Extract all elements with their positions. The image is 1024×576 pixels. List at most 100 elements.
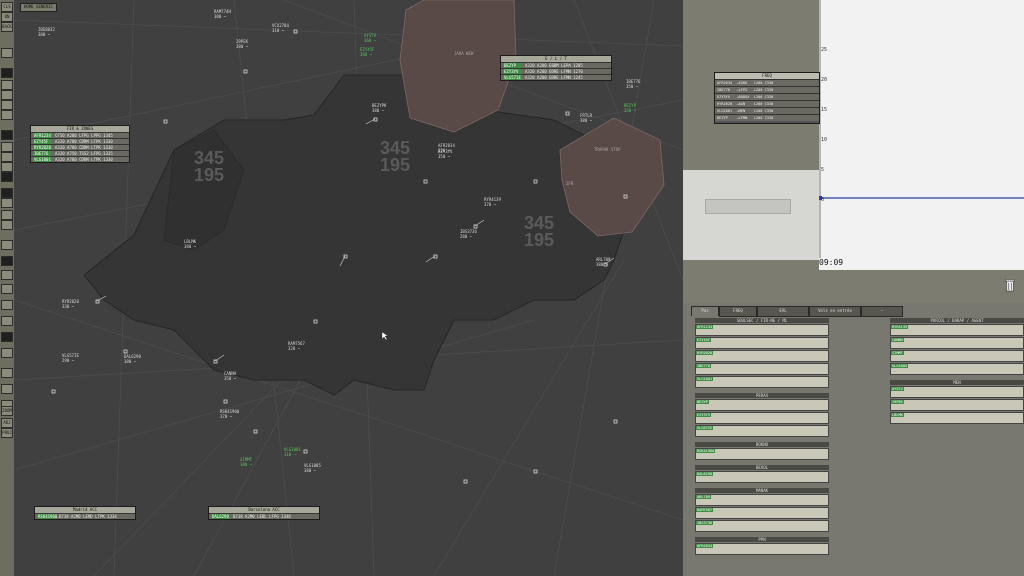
toolbar-top-button[interactable]: BACK bbox=[1, 22, 13, 32]
toolbar-button[interactable] bbox=[1, 332, 13, 342]
freq-row[interactable]: AFR2034 →EGKK L200 C330 bbox=[715, 79, 819, 86]
toolbar-button[interactable] bbox=[1, 90, 13, 100]
home-generic-button[interactable]: HOME GENERIC bbox=[20, 3, 57, 12]
toolbar-button[interactable] bbox=[1, 256, 13, 266]
flight-strip[interactable]: AFR1234 bbox=[695, 324, 829, 336]
panel-row[interactable]: DAL6290 B738 A2M0 LEBL LFPG 1340 bbox=[209, 513, 319, 519]
strip-tab[interactable]: EVL bbox=[757, 306, 809, 317]
flight-strip[interactable]: 29PEK bbox=[890, 399, 1024, 411]
toolbar-button[interactable] bbox=[1, 80, 13, 90]
toolbar-button[interactable] bbox=[1, 188, 13, 198]
aircraft-tag[interactable]: AYSTV 360 ~ bbox=[364, 33, 376, 43]
aircraft-tag[interactable]: ARL709 380 ~ bbox=[596, 257, 610, 267]
toolbar-top-button[interactable]: CLS bbox=[1, 2, 13, 12]
panel-row[interactable]: VLG1001 A320 A780 CDRM LTPK 1330 bbox=[31, 156, 129, 162]
flight-strip[interactable]: ARL709 bbox=[695, 494, 829, 506]
aircraft-tag[interactable]: BEZYP 350 ~ bbox=[624, 103, 636, 113]
freq-row[interactable]: VLG1001 →MEN L200 C330 bbox=[715, 107, 819, 114]
trash-icon[interactable] bbox=[1005, 278, 1015, 292]
toolbar-button[interactable] bbox=[1, 368, 13, 378]
toolbar-button[interactable] bbox=[1, 130, 13, 140]
aircraft-tag[interactable]: IBE776 350 ~ bbox=[626, 79, 640, 89]
flight-strip[interactable]: VLG57IE bbox=[695, 425, 829, 437]
freq-row[interactable]: BEZYP →LFMN L200 C330 bbox=[715, 114, 819, 121]
barcelona-acc-panel[interactable]: Barcelona ACC DAL6290 B738 A2M0 LEBL LFPG… bbox=[208, 506, 320, 520]
bay-header[interactable]: PORCOL / BAKAP / AGENT bbox=[890, 318, 1024, 323]
aircraft-tag[interactable]: FRTLR 380 ~ bbox=[580, 113, 592, 123]
aircraft-tag[interactable]: VLG1001 310 ~ bbox=[284, 447, 301, 457]
freq-panel[interactable]: FREQ AFR2034 →EGKK L200 C330 IBE776 →LFP… bbox=[714, 72, 820, 124]
freq-row[interactable]: RYR2020 →AGN L200 C330 bbox=[715, 100, 819, 107]
freq-row[interactable]: IBE776 →LFPG L200 C330 bbox=[715, 86, 819, 93]
toolbar-button[interactable] bbox=[1, 100, 13, 110]
bay-header[interactable]: BOKNO bbox=[695, 442, 829, 447]
flight-strip[interactable]: CANNH bbox=[890, 337, 1024, 349]
panel-row[interactable]: RSK41960 B738 A2M0 LEMD LTPK 1334 bbox=[35, 513, 135, 519]
flight-strip[interactable]: EZY45F bbox=[695, 337, 829, 349]
aircraft-tag[interactable]: DAL6290 380 ~ bbox=[124, 354, 141, 364]
flight-strip[interactable]: VLG1001 bbox=[695, 376, 829, 388]
toolbar-button[interactable] bbox=[1, 172, 13, 182]
flight-strip[interactable]: RSK41960 bbox=[695, 448, 829, 460]
aircraft-tag[interactable]: VCX2784 310 ~ bbox=[272, 23, 289, 33]
bay-header[interactable]: MANAK bbox=[695, 488, 829, 493]
toolbar-button[interactable] bbox=[1, 348, 13, 358]
flight-strip[interactable]: RAM7567 bbox=[695, 507, 829, 519]
toolbar-button[interactable] bbox=[1, 142, 13, 152]
flight-strip[interactable]: AYSTV bbox=[890, 386, 1024, 398]
flight-strip[interactable]: IBE776 bbox=[695, 363, 829, 375]
aircraft-tag[interactable]: BEZYPK 380 ~ bbox=[372, 103, 386, 113]
toolbar-button[interactable] bbox=[1, 220, 13, 230]
strip-tab[interactable]: FREQ bbox=[719, 306, 757, 317]
toolbar-button[interactable] bbox=[1, 240, 13, 250]
aircraft-tag[interactable]: EZY45F 380 ~ bbox=[360, 47, 374, 57]
aircraft-tag[interactable]: RSK41960 370 ~ bbox=[220, 409, 239, 419]
aircraft-tag[interactable]: SIMMT 380 ~ bbox=[240, 457, 252, 467]
panel-row[interactable]: VLG57IE A320 A280 EDRE LFMN 1245 bbox=[501, 74, 611, 80]
strip-tab[interactable]: Vols en entrée bbox=[809, 306, 861, 317]
flight-strip[interactable]: AFR2034 bbox=[695, 543, 829, 555]
timeline-panel[interactable]: 25 20 15 10 5 0 bbox=[819, 0, 1024, 270]
bay-header[interactable]: PERAX bbox=[695, 393, 829, 398]
flight-strip[interactable]: SIMMT bbox=[890, 350, 1024, 362]
flight-strip[interactable]: BEZYP bbox=[695, 399, 829, 411]
madrid-acc-panel[interactable]: Madrid ACC RSK41960 B738 A2M0 LEMD LTPK 1… bbox=[34, 506, 136, 520]
aircraft-tag[interactable]: VLG1005 380 ~ bbox=[304, 463, 321, 473]
aircraft-tag[interactable]: LBLMK 380 ~ bbox=[184, 239, 196, 249]
toolbar-button[interactable] bbox=[1, 110, 13, 120]
bay-header[interactable]: SOULSEC / FIR-NE / ML bbox=[695, 318, 829, 323]
toolbar-bottom-button[interactable]: ZOOM bbox=[1, 406, 13, 416]
toolbar-button[interactable] bbox=[1, 198, 13, 208]
toolbar-button[interactable] bbox=[1, 284, 13, 294]
aircraft-tag[interactable]: IBS3736 280 ~ bbox=[460, 229, 477, 239]
aircraft-tag[interactable]: CANNH 350 ~ bbox=[224, 371, 236, 381]
toolbar-button[interactable] bbox=[1, 384, 13, 394]
freq-row[interactable]: EZY3YV →RODOX L200 C330 bbox=[715, 93, 819, 100]
flight-strip[interactable]: DAL6290 bbox=[695, 471, 829, 483]
bay-header[interactable]: BEVOL bbox=[695, 465, 829, 470]
flight-strip[interactable]: RYR2020 bbox=[695, 350, 829, 362]
aircraft-tag[interactable]: VLG57IE 290 ~ bbox=[62, 353, 79, 363]
aircraft-tag[interactable]: IBE8032 380 ~ bbox=[38, 27, 55, 37]
toolbar-button[interactable] bbox=[1, 210, 13, 220]
aircraft-tag[interactable]: RAM774H 300 ~ bbox=[214, 9, 231, 19]
toolbar-button[interactable] bbox=[1, 162, 13, 172]
strip-tab[interactable]: — bbox=[861, 306, 903, 317]
toolbar-button[interactable] bbox=[1, 68, 13, 78]
toolbar-button[interactable] bbox=[1, 270, 13, 280]
flight-strip[interactable]: LBLMK bbox=[890, 412, 1024, 424]
toolbar-top-button[interactable]: ON bbox=[1, 12, 13, 22]
toolbar-button[interactable] bbox=[1, 300, 13, 310]
aircraft-tag[interactable]: 29PEK 380 ~ bbox=[236, 39, 248, 49]
bay-header[interactable]: PPN bbox=[695, 537, 829, 542]
toolbar-button[interactable] bbox=[1, 316, 13, 326]
radar-display[interactable]: HOME GENERIC 345 195 345 195 345 195 JAK… bbox=[14, 0, 683, 576]
flight-strip[interactable]: VLG1005 bbox=[890, 363, 1024, 375]
aircraft-tag[interactable]: RYR4139 370 ~ bbox=[484, 197, 501, 207]
elt-panel[interactable]: E / L / T BEZYP A320 A280 EBBM LEPA 1285 … bbox=[500, 55, 612, 81]
aircraft-tag[interactable]: RYR2020 330 ~ bbox=[62, 299, 79, 309]
bay-header[interactable]: MEN bbox=[890, 380, 1024, 385]
flight-strip[interactable]: IBS3736 bbox=[695, 520, 829, 532]
toolbar-bottom-button[interactable]: ADJ bbox=[1, 418, 13, 428]
fir-zones-panel[interactable]: FIR & ZONES AFR1234 CF50 A200 LFPG LPPG 1… bbox=[30, 125, 130, 163]
